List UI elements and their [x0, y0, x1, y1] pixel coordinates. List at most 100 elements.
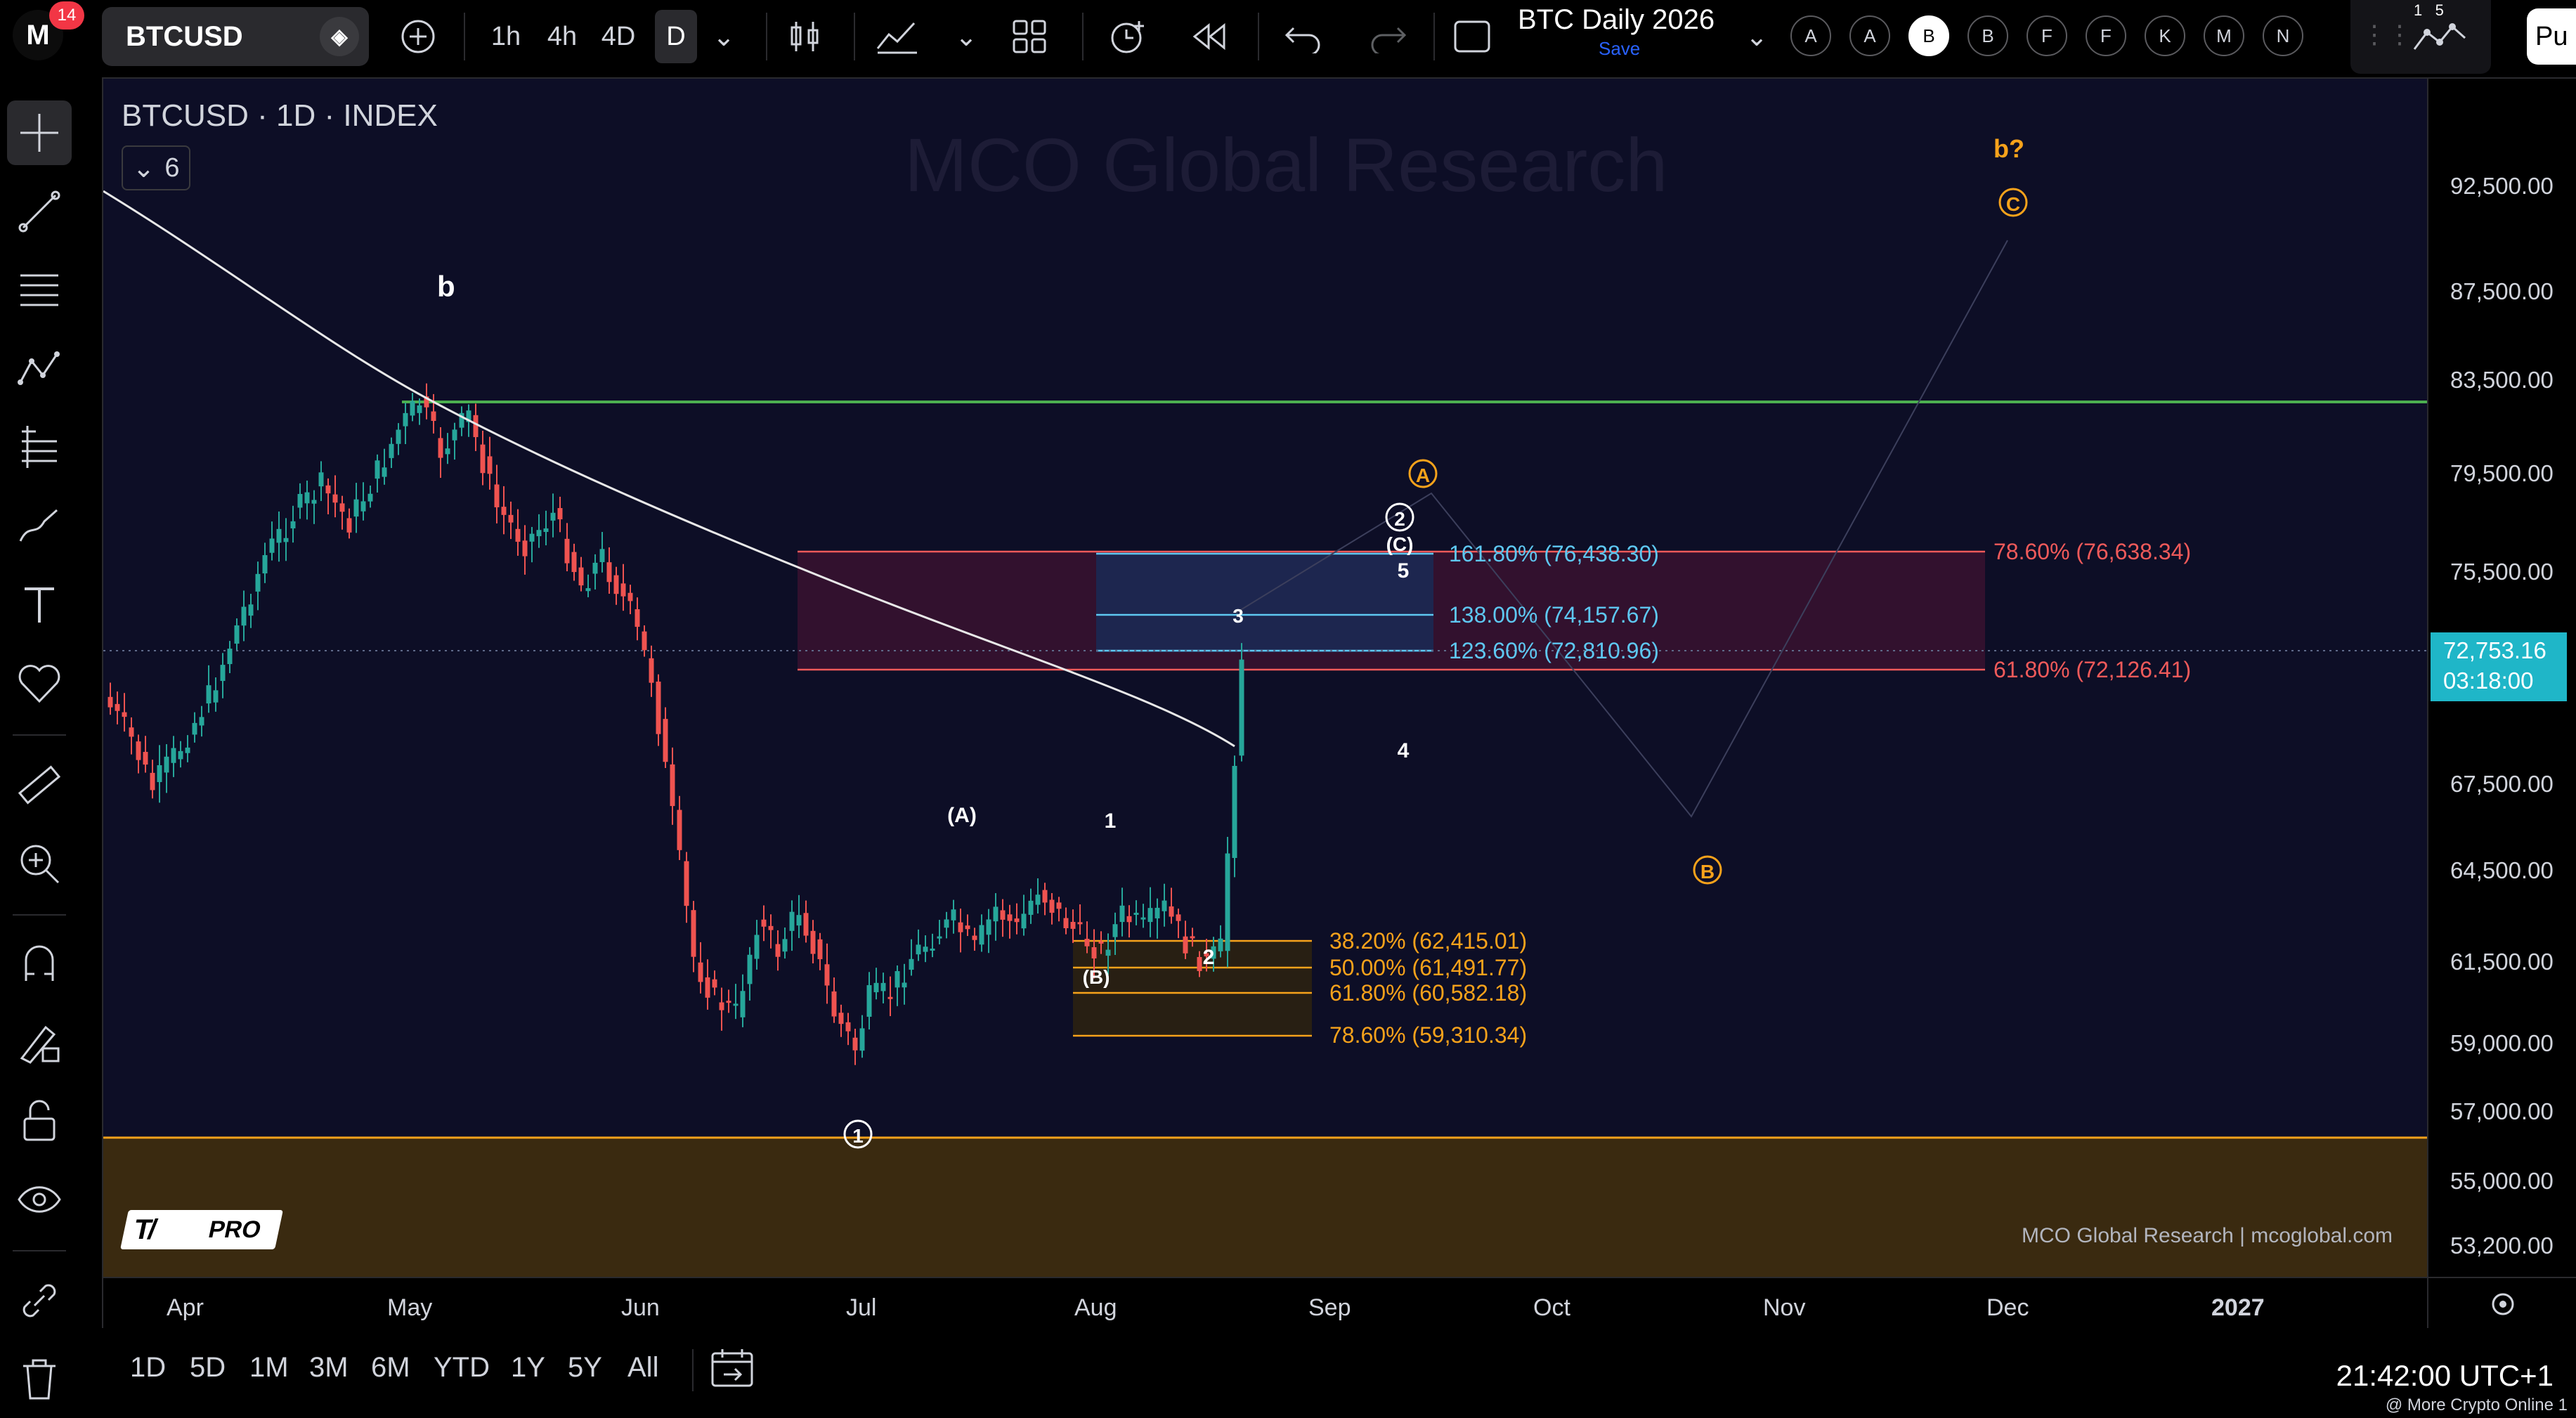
- wave-label-b-paren: (B): [1083, 966, 1110, 988]
- candle-body: [550, 512, 556, 521]
- range-ytd[interactable]: YTD: [434, 1352, 490, 1384]
- price-tick: 87,500.00: [2450, 278, 2554, 304]
- indicators-icon[interactable]: [875, 10, 920, 63]
- undo-icon[interactable]: [1282, 10, 1325, 63]
- candle-body: [670, 764, 675, 807]
- chart-pane[interactable]: 92,500.00 87,500.00 83,500.00 79,500.00 …: [102, 77, 2576, 1329]
- fib-retracement-icon[interactable]: [7, 258, 72, 323]
- layout-name[interactable]: BTC Daily 2026: [1518, 4, 1715, 36]
- zoom-in-icon[interactable]: [7, 831, 72, 896]
- candle-body: [944, 919, 949, 928]
- compare-add-icon[interactable]: [390, 10, 446, 63]
- chevron-down-icon[interactable]: ⌄: [703, 10, 745, 63]
- time-scale[interactable]: Apr May Jun Jul Aug Sep Oct Nov Dec 2027: [167, 1294, 2265, 1321]
- candle-body: [1091, 947, 1097, 958]
- crosshair-icon[interactable]: [7, 100, 72, 165]
- time-tick: Aug: [1074, 1294, 1117, 1321]
- indicators-toggle[interactable]: ⌄ 6: [122, 145, 190, 190]
- redo-icon[interactable]: [1367, 10, 1409, 63]
- alert-button-n[interactable]: N: [2263, 15, 2303, 56]
- trend-line-icon[interactable]: [7, 179, 72, 244]
- interval-d[interactable]: D: [655, 10, 697, 63]
- go-to-date-icon[interactable]: [710, 1346, 756, 1393]
- range-6m[interactable]: 6M: [371, 1352, 410, 1384]
- candle-body: [143, 752, 148, 765]
- unlock-icon[interactable]: [7, 1088, 72, 1153]
- alert-button-b1[interactable]: B: [1908, 15, 1949, 56]
- range-all[interactable]: All: [627, 1352, 658, 1384]
- candle-body: [1169, 906, 1174, 917]
- tradingview-logo[interactable]: T/ PRO: [120, 1210, 283, 1249]
- alert-button-a2[interactable]: A: [1849, 15, 1890, 56]
- settings-gear-icon[interactable]: [2492, 1293, 2514, 1315]
- magnet-icon[interactable]: [7, 931, 72, 996]
- price-scale[interactable]: 92,500.00 87,500.00 83,500.00 79,500.00 …: [2450, 173, 2554, 1258]
- range-1y[interactable]: 1Y: [511, 1352, 545, 1384]
- interval-4h[interactable]: 4h: [541, 10, 583, 63]
- alert-button-m[interactable]: M: [2204, 15, 2244, 56]
- object-tree-panel[interactable]: ⋮⋮ 1 5: [2350, 0, 2491, 74]
- alert-clock-icon[interactable]: [1107, 10, 1149, 63]
- candle-body: [494, 484, 500, 507]
- candles-icon[interactable]: [783, 10, 826, 63]
- candle-body: [613, 575, 619, 594]
- range-1m[interactable]: 1M: [249, 1352, 289, 1384]
- candle-body: [1126, 916, 1132, 923]
- candle-body: [353, 499, 359, 517]
- chevron-down-icon[interactable]: ⌄: [1736, 10, 1778, 63]
- candle-body: [712, 979, 717, 988]
- trash-icon[interactable]: [7, 1346, 72, 1410]
- candle-body: [824, 964, 830, 986]
- heart-icon[interactable]: [7, 651, 72, 716]
- publish-button[interactable]: Pu: [2527, 8, 2576, 65]
- fib-label-123-6: 123.60% (72,810.96): [1449, 638, 1659, 663]
- clock-timezone[interactable]: 21:42:00 UTC+1: [2336, 1359, 2554, 1393]
- long-position-icon[interactable]: [7, 415, 72, 480]
- pattern-abc-icon[interactable]: [7, 337, 72, 401]
- fullscreen-square-icon[interactable]: [1451, 10, 1493, 63]
- price-tick: 55,000.00: [2450, 1168, 2554, 1194]
- range-3m[interactable]: 3M: [309, 1352, 349, 1384]
- eye-icon[interactable]: [7, 1167, 72, 1232]
- alert-button-f2[interactable]: F: [2086, 15, 2126, 56]
- interval-1h[interactable]: 1h: [485, 10, 527, 63]
- data-window-icon[interactable]: [2410, 18, 2469, 61]
- pane-title[interactable]: BTCUSD · 1D · INDEX: [122, 98, 438, 134]
- fib-label-50: 50.00% (61,491.77): [1329, 955, 1527, 980]
- range-1d[interactable]: 1D: [130, 1352, 166, 1384]
- chevron-down-icon[interactable]: ⌄: [945, 10, 987, 63]
- chart-footer-credit: MCO Global Research | mcoglobal.com: [2022, 1224, 2393, 1247]
- candle-body: [1049, 899, 1055, 913]
- brush-icon[interactable]: [7, 494, 72, 559]
- range-5y[interactable]: 5Y: [568, 1352, 602, 1384]
- link-icon[interactable]: [7, 1268, 72, 1333]
- drag-handle-icon[interactable]: ⋮⋮: [2362, 20, 2412, 49]
- candle-body: [691, 910, 696, 957]
- diamond-icon[interactable]: ◈: [320, 17, 359, 56]
- candle-body: [248, 604, 254, 616]
- candle-body: [733, 1003, 739, 1006]
- top-toolbar: M 14 BTCUSD ◈ 1h 4h 4D D ⌄ ⌄ BTC Daily 2…: [0, 0, 2576, 74]
- text-tool-icon[interactable]: [7, 573, 72, 637]
- ruler-icon[interactable]: [7, 753, 72, 817]
- chart-canvas[interactable]: 92,500.00 87,500.00 83,500.00 79,500.00 …: [103, 79, 2576, 1329]
- layouts-grid-icon[interactable]: [1008, 10, 1050, 63]
- alert-button-a1[interactable]: A: [1790, 15, 1831, 56]
- price-tick: 75,500.00: [2450, 559, 2554, 585]
- range-5d[interactable]: 5D: [190, 1352, 226, 1384]
- alert-button-f1[interactable]: F: [2027, 15, 2067, 56]
- lock-drawing-icon[interactable]: [7, 1010, 72, 1074]
- price-tick: 83,500.00: [2450, 367, 2554, 393]
- symbol-search[interactable]: BTCUSD ◈: [102, 7, 369, 66]
- interval-4d[interactable]: 4D: [597, 10, 639, 63]
- price-tick: 67,500.00: [2450, 771, 2554, 797]
- candle-body: [206, 685, 212, 704]
- candle-body: [178, 750, 183, 760]
- candle-body: [1112, 924, 1118, 937]
- candle-body: [382, 467, 387, 477]
- alert-button-k[interactable]: K: [2145, 15, 2185, 56]
- candle-body: [592, 562, 598, 574]
- layout-save-status[interactable]: Save: [1599, 38, 1640, 60]
- alert-button-b2[interactable]: B: [1967, 15, 2008, 56]
- replay-icon[interactable]: [1188, 10, 1230, 63]
